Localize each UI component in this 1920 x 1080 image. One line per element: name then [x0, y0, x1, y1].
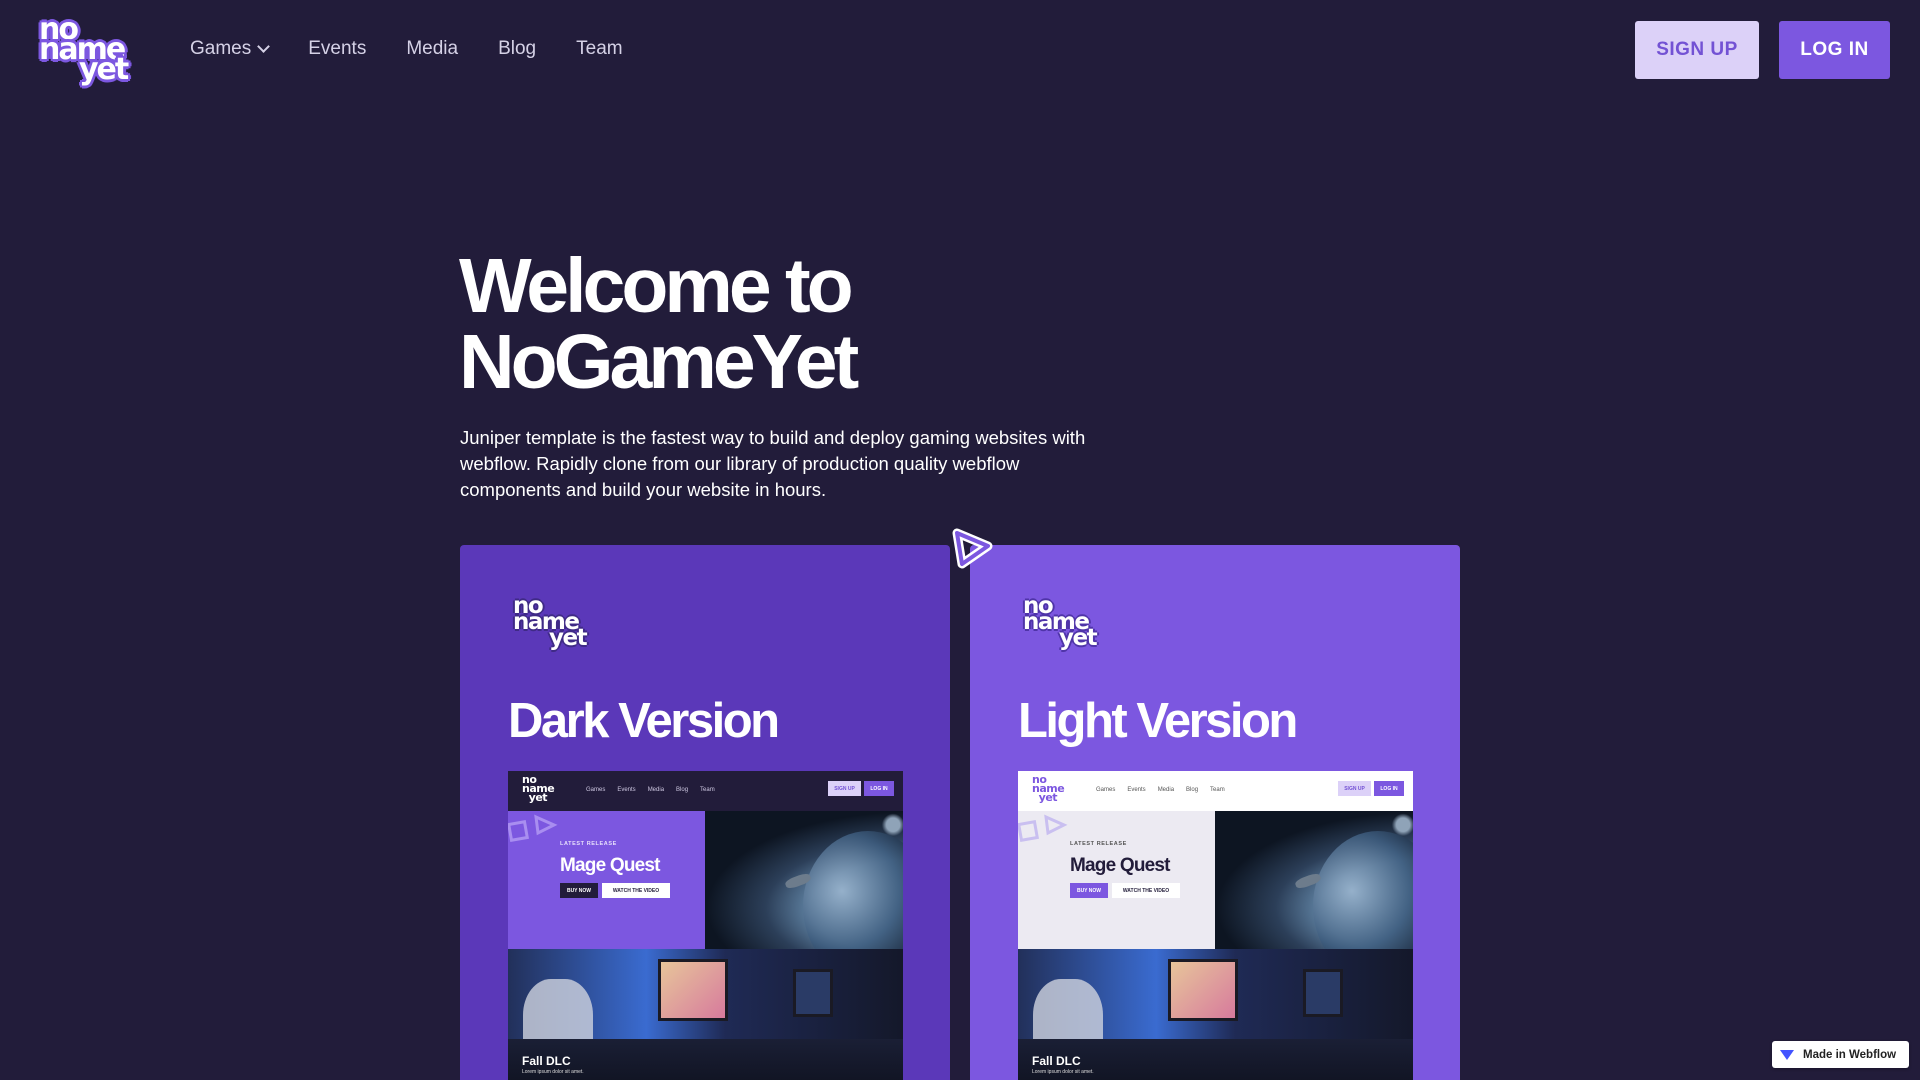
preview-link: Team [1210, 787, 1225, 793]
preview-link: Events [617, 787, 636, 793]
card-logo: no name yet [1023, 595, 1113, 655]
nav-link-media[interactable]: Media [406, 38, 458, 60]
preview-link: Team [700, 787, 715, 793]
preview-dlc-sub: Lorem ipsum dolor sit amet. [1032, 1069, 1094, 1075]
nav-link-team[interactable]: Team [576, 38, 622, 60]
hero-description: Juniper template is the fastest way to b… [460, 427, 1086, 500]
preview-link: Games [586, 787, 606, 793]
chevron-down-icon [257, 40, 271, 53]
preview-watch-button: WATCH THE VIDEO [1112, 883, 1180, 898]
nav-links: Games Events Media Blog Team [190, 38, 663, 60]
preview-signup: SIGN UP [828, 781, 861, 796]
preview-title: Mage Quest [560, 855, 661, 876]
preview-nav: no name yet Games Events Media Blog Team … [508, 771, 903, 811]
preview-watch-button: WATCH THE VIDEO [602, 883, 670, 898]
preview-nav: no name yet Games Events Media Blog Team … [1018, 771, 1413, 811]
preview-link: Media [1157, 787, 1175, 793]
light-preview-screenshot: no name yet Games Events Media Blog Team … [1018, 771, 1413, 1080]
preview-signup: SIGN UP [1338, 781, 1371, 796]
nav-link-events[interactable]: Events [308, 38, 366, 60]
card-title: Light Version [1018, 694, 1298, 748]
preview-login: LOG IN [1374, 781, 1404, 796]
preview-nav-links: Games Events Media Blog Team [586, 787, 727, 793]
nav-link-games[interactable]: Games [190, 38, 271, 60]
dark-preview-screenshot: no name yet Games Events Media Blog Team … [508, 771, 903, 1080]
nav-link-blog[interactable]: Blog [498, 38, 536, 60]
hero-title-line-2: NoGameYet [459, 319, 859, 405]
log-in-button[interactable]: LOG IN [1779, 21, 1890, 79]
preview-buy-button: BUY NOW [1070, 883, 1108, 898]
preview-space-image [705, 811, 903, 981]
preview-link: Games [1096, 787, 1116, 793]
preview-gaming-image: Fall DLC Lorem ipsum dolor sit amet. [1018, 949, 1413, 1080]
preview-hero: LATEST RELEASE Mage Quest BUY NOW WATCH … [1018, 811, 1215, 949]
sign-up-button[interactable]: SIGN UP [1635, 21, 1759, 79]
preview-label: LATEST RELEASE [1070, 841, 1127, 847]
preview-buy-button: BUY NOW [560, 883, 598, 898]
play-icon [952, 528, 993, 569]
monitor [658, 959, 728, 1021]
made-in-webflow-badge[interactable]: Made in Webflow [1772, 1041, 1909, 1068]
preview-dlc-title: Fall DLC [1032, 1054, 1081, 1068]
site-logo[interactable]: no name yet [37, 14, 147, 86]
preview-logo: no name yet [522, 773, 555, 804]
preview-login: LOG IN [864, 781, 894, 796]
preview-dlc-title: Fall DLC [522, 1054, 571, 1068]
nav-link-games-label: Games [190, 38, 252, 59]
monitor [1303, 969, 1343, 1017]
preview-link: Blog [676, 787, 689, 793]
preview-link: Events [1127, 787, 1146, 793]
preview-shapes-icon [508, 814, 558, 843]
preview-link: Blog [1186, 787, 1199, 793]
hero-title-line-1: Welcome to [459, 243, 854, 329]
card-title: Dark Version [508, 694, 780, 748]
dark-version-card[interactable]: no name yet Dark Version no name yet Game… [460, 545, 950, 1080]
card-logo: no name yet [513, 595, 603, 655]
preview-shapes-icon [1018, 814, 1068, 843]
light-version-card[interactable]: no name yet Light Version no name yet Gam… [970, 545, 1460, 1080]
monitor [1168, 959, 1238, 1021]
preview-hero: LATEST RELEASE Mage Quest BUY NOW WATCH … [508, 811, 705, 949]
hero-title: Welcome to NoGameYet [459, 243, 1059, 405]
preview-title: Mage Quest [1070, 855, 1171, 876]
preview-nav-links: Games Events Media Blog Team [1096, 787, 1237, 793]
monitor [793, 969, 833, 1017]
top-nav: no name yet Games Events Media Blog Team… [0, 0, 1920, 100]
preview-link: Media [647, 787, 665, 793]
card-logo-line-3: yet [1059, 625, 1098, 651]
preview-logo: no name yet [1032, 773, 1065, 804]
badge-label: Made in Webflow [1803, 1048, 1897, 1061]
preview-label: LATEST RELEASE [560, 841, 617, 847]
preview-gaming-image: Fall DLC Lorem ipsum dolor sit amet. [508, 949, 903, 1080]
logo-line-3: yet [79, 52, 129, 87]
webflow-icon [1780, 1050, 1794, 1060]
preview-dlc-sub: Lorem ipsum dolor sit amet. [522, 1069, 584, 1075]
preview-space-image [1215, 811, 1413, 981]
card-logo-line-3: yet [549, 625, 588, 651]
